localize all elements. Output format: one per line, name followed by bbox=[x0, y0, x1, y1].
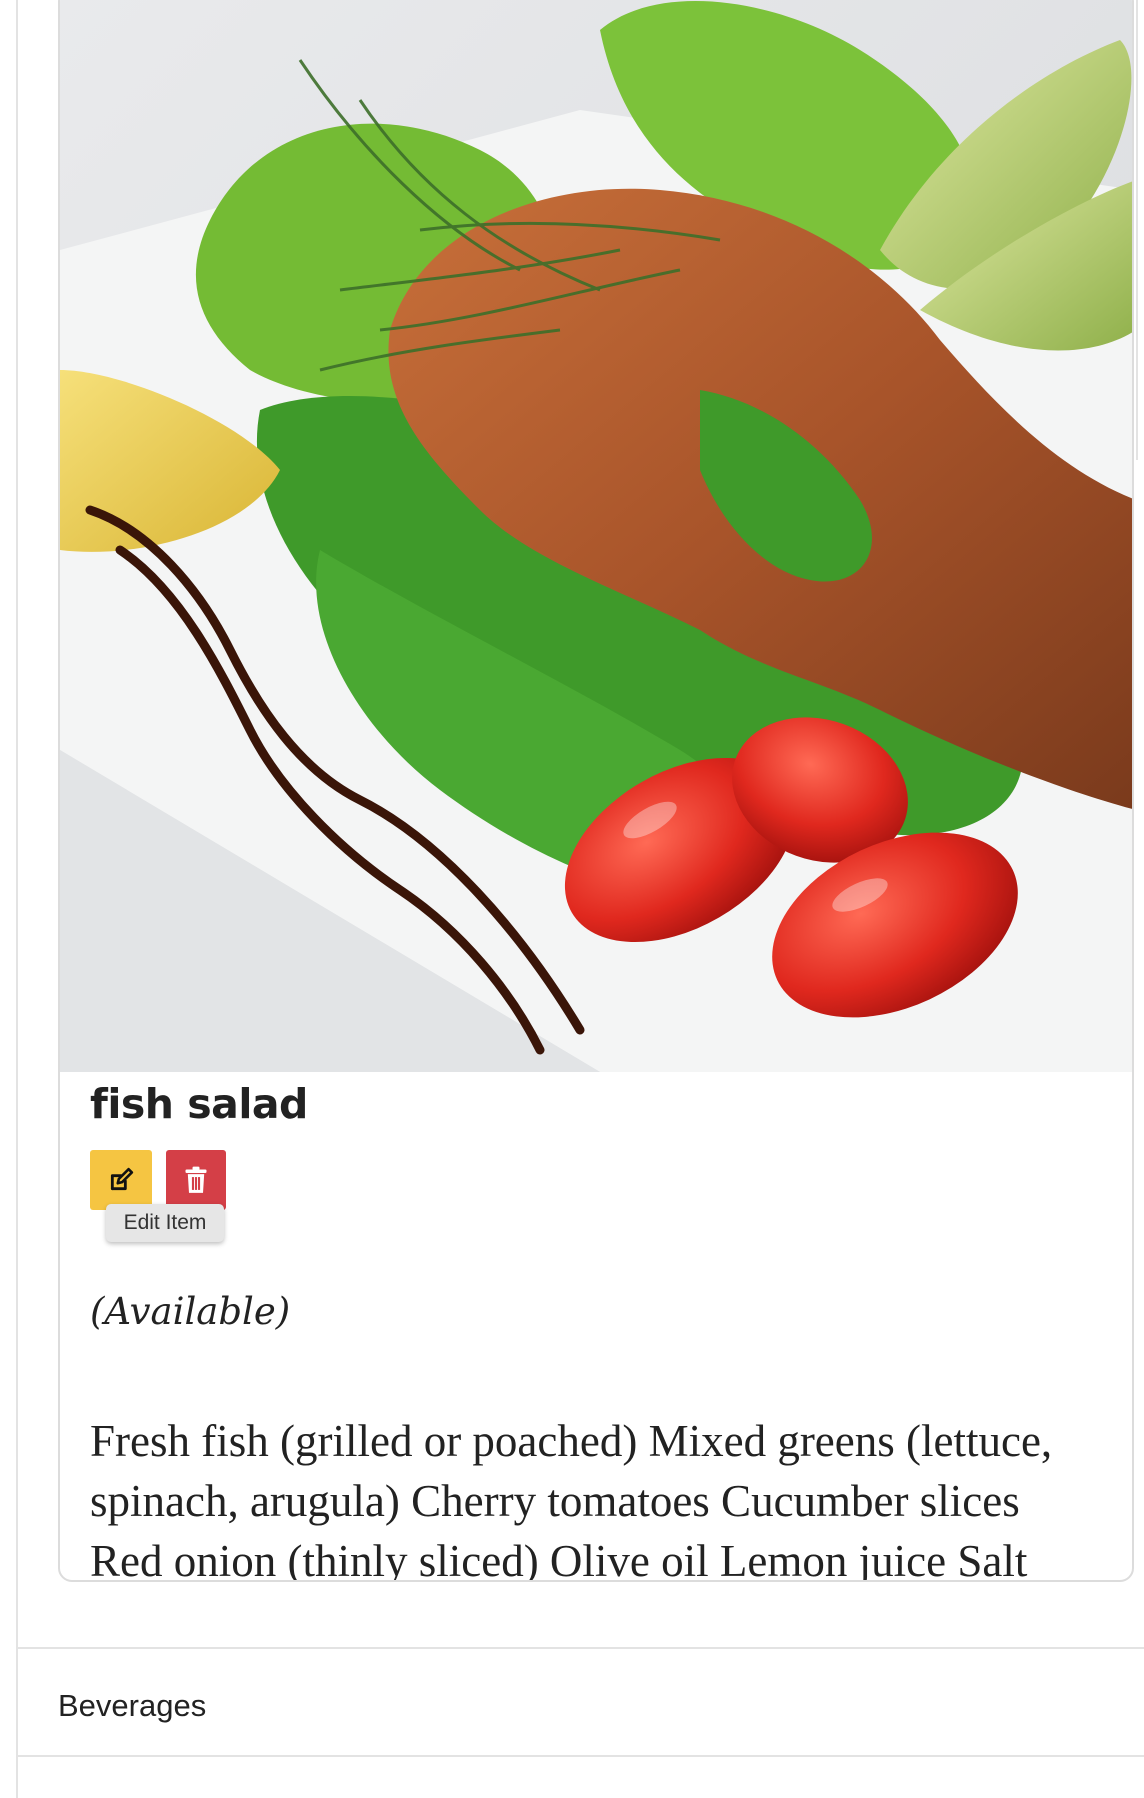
edit-item-tooltip: Edit Item bbox=[106, 1204, 224, 1242]
edit-item-button[interactable] bbox=[90, 1150, 152, 1210]
edit-icon bbox=[110, 1167, 134, 1191]
menu-item-card: fish salad Edit Item (Available) Fresh f… bbox=[58, 0, 1134, 1582]
availability-status: (Available) bbox=[90, 1290, 291, 1333]
section-divider bbox=[16, 1755, 1144, 1757]
left-border bbox=[16, 0, 18, 1798]
menu-item-image bbox=[60, 0, 1132, 1072]
menu-item-title: fish salad bbox=[90, 1080, 308, 1128]
delete-item-button[interactable] bbox=[166, 1150, 226, 1210]
category-beverages[interactable]: Beverages bbox=[58, 1688, 206, 1724]
right-border bbox=[1136, 0, 1138, 460]
trash-icon bbox=[185, 1166, 207, 1193]
section-divider bbox=[16, 1647, 1144, 1649]
menu-page: fish salad Edit Item (Available) Fresh f… bbox=[0, 0, 1144, 1798]
menu-item-description: Fresh fish (grilled or poached) Mixed gr… bbox=[90, 1416, 1053, 1582]
